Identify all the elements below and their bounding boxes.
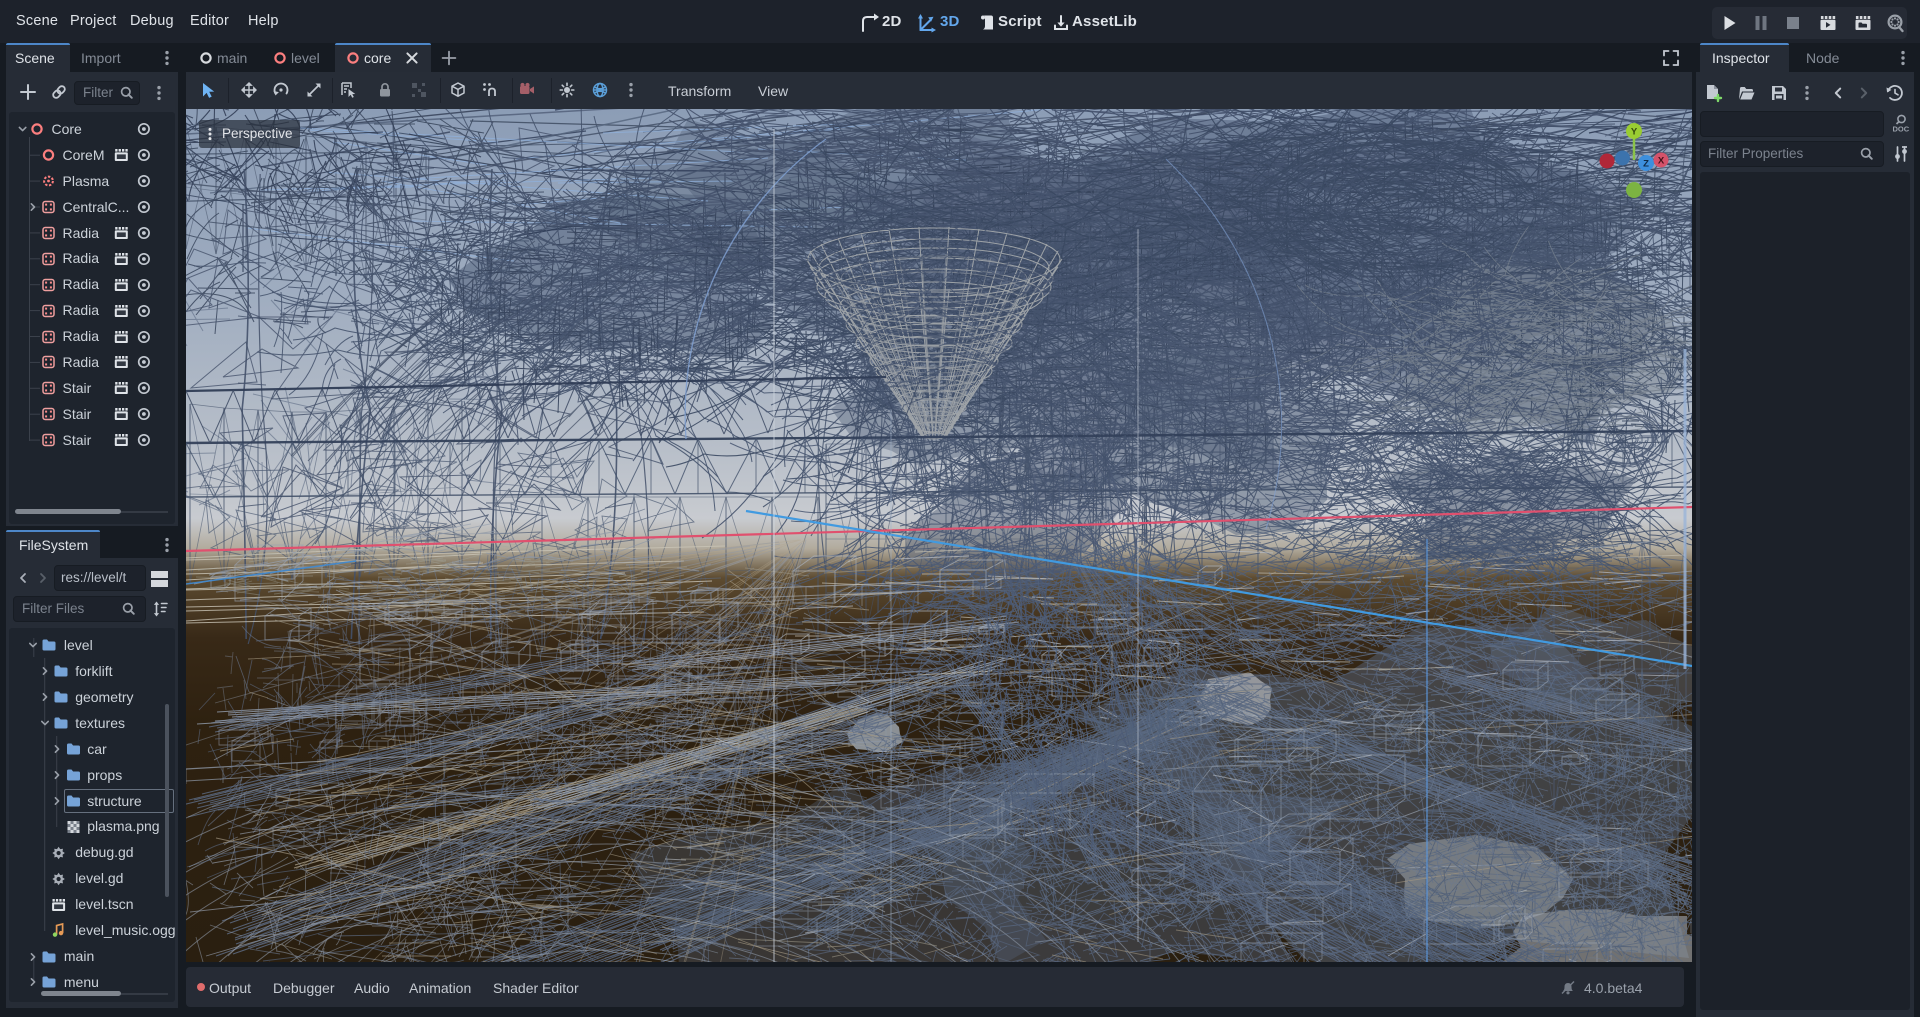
svg-text:X: X (1658, 156, 1665, 167)
svg-text:DOC: DOC (1893, 125, 1910, 134)
svg-text:Y: Y (1631, 127, 1638, 138)
svg-text:Z: Z (1643, 159, 1649, 170)
